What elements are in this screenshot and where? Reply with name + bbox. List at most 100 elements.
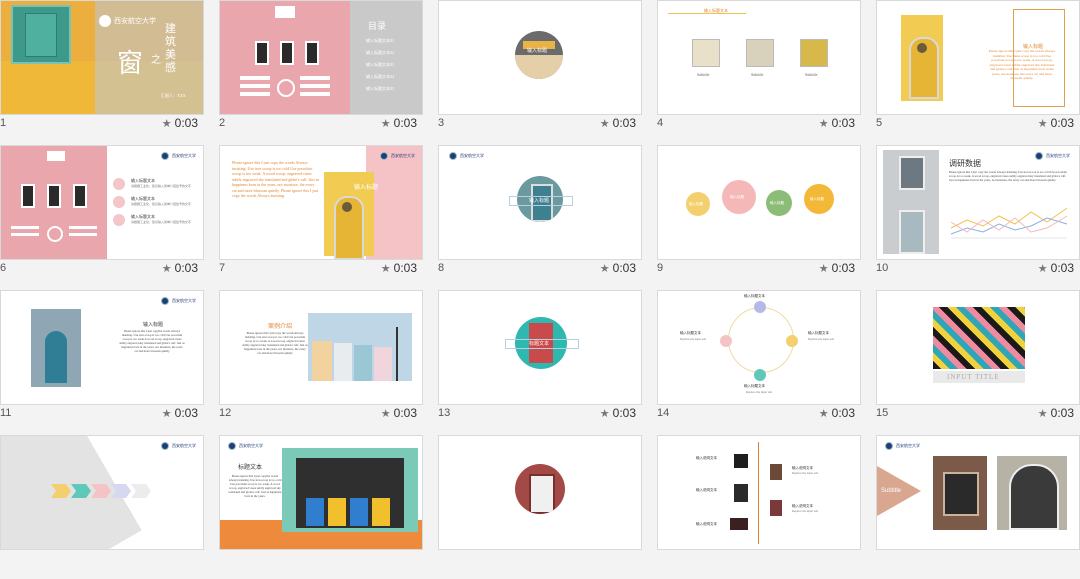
window-icon <box>280 41 294 65</box>
slide-thumbnail-15[interactable]: INPUT TITLE 15 ★ 0:03 <box>876 290 1080 434</box>
slide-timing[interactable]: ★ 0:03 <box>1038 116 1074 130</box>
slide-thumbnail-9[interactable]: 输入标题 输入标题 输入标题 输入标题 9 ★ 0:03 <box>657 145 861 289</box>
school-logo: 西安航空大学 <box>161 297 196 305</box>
slide-thumbnail-1[interactable]: 西安航空大学 窗 之 建筑美感 汇报人：XXX 1 ★ 0:03 <box>0 0 204 144</box>
star-icon: ★ <box>380 118 391 130</box>
slide-thumbnail-20[interactable]: 西安航空大学 Subtitle <box>876 435 1080 579</box>
slide-timing[interactable]: ★ 0:03 <box>819 116 855 130</box>
slide-19-canvas[interactable]: 输入说明文本 输入说明文本 Replace the input text 输入说… <box>657 435 861 550</box>
slide-label: 输入标题 <box>354 185 379 191</box>
slide-thumbnail-16[interactable]: 西安航空大学 <box>0 435 204 579</box>
slide-timing[interactable]: ★ 0:03 <box>600 261 636 275</box>
slide-timing[interactable]: ★ 0:03 <box>819 261 855 275</box>
star-icon: ★ <box>161 118 172 130</box>
star-icon: ★ <box>599 408 610 420</box>
slide-16-canvas[interactable]: 西安航空大学 <box>0 435 204 550</box>
star-icon: ★ <box>818 408 829 420</box>
slide-3-canvas[interactable]: 输入标题 <box>438 0 642 115</box>
pink-block <box>366 146 422 259</box>
slide-body: Please ignore this I just copy the words… <box>232 160 320 198</box>
slide-9-canvas[interactable]: 输入标题 输入标题 输入标题 输入标题 <box>657 145 861 260</box>
slide-14-canvas[interactable]: 输入标题文本 输入标题文本 Replace the input text 输入标… <box>657 290 861 405</box>
slide-thumbnail-10[interactable]: 西安航空大学 调研数据 Please ignore this I just co… <box>876 145 1080 289</box>
title-char: 窗 <box>117 49 144 78</box>
slide-number: 11 <box>0 407 12 419</box>
title-zhi: 之 <box>151 55 161 66</box>
slide-timing[interactable]: ★ 0:03 <box>819 406 855 420</box>
slide-label: Subtitle <box>881 488 902 494</box>
node-icon <box>720 335 732 347</box>
school-seal-icon <box>449 152 457 160</box>
toc-list: 输入标题文本01 输入标题文本02 输入标题文本03 输入标题文本04 输入标题… <box>366 38 394 91</box>
yellow-door-photo <box>901 15 943 101</box>
school-logo: 西安航空大学 <box>380 152 415 160</box>
photo-thumb <box>800 39 828 67</box>
school-logo: 西安航空大学 <box>1035 152 1070 160</box>
slide-18-canvas[interactable] <box>438 435 642 550</box>
slide-thumbnail-12[interactable]: 案例介绍 Please ignore this I just copy the … <box>219 290 423 434</box>
slide-thumbnail-6[interactable]: 西安航空大学 输入标题文本 请根据工业化，建议输入简单介绍给予的文字 输入标题文… <box>0 145 204 289</box>
slide-thumbnail-17[interactable]: 西安航空大学 标题文本 Please ignore this I just co… <box>219 435 423 579</box>
slide-thumbnail-4[interactable]: 输入标题文本 Subtitle Subtitle Subtitle 4 ★ 0:0… <box>657 0 861 144</box>
blue-door-photo <box>31 309 81 387</box>
window-photo <box>933 456 987 530</box>
slide-heading: 输入标题 <box>143 323 164 328</box>
slide-15-canvas[interactable]: INPUT TITLE <box>876 290 1080 405</box>
slide-title: INPUT TITLE <box>947 373 1000 381</box>
slide-10-canvas[interactable]: 西安航空大学 调研数据 Please ignore this I just co… <box>876 145 1080 260</box>
slide-timing[interactable]: ★ 0:03 <box>381 261 417 275</box>
slide-2-canvas[interactable]: 目录 输入标题文本01 输入标题文本02 输入标题文本03 输入标题文本04 输… <box>219 0 423 115</box>
slide-5-canvas[interactable]: 输入标题 Please ignore this I just copy the … <box>876 0 1080 115</box>
star-icon: ★ <box>380 408 391 420</box>
school-seal-icon <box>99 15 111 27</box>
slide-thumbnail-2[interactable]: 目录 输入标题文本01 输入标题文本02 输入标题文本03 输入标题文本04 输… <box>219 0 423 144</box>
slide-6-canvas[interactable]: 西安航空大学 输入标题文本 请根据工业化，建议输入简单介绍给予的文字 输入标题文… <box>0 145 204 260</box>
school-seal-icon <box>380 152 388 160</box>
star-icon: ★ <box>161 263 172 275</box>
slide-8-canvas[interactable]: 西安航空大学 输入标题 <box>438 145 642 260</box>
slide-12-canvas[interactable]: 案例介绍 Please ignore this I just copy the … <box>219 290 423 405</box>
slide-timing[interactable]: ★ 0:03 <box>162 406 198 420</box>
slide-thumbnail-7[interactable]: 西安航空大学 Please ignore this I just copy th… <box>219 145 423 289</box>
slide-thumbnail-3[interactable]: 输入标题 3 ★ 0:03 <box>438 0 642 144</box>
star-icon: ★ <box>161 408 172 420</box>
school-seal-icon <box>228 442 236 450</box>
school-seal-icon <box>1035 152 1043 160</box>
slide-label: 标题文本 <box>529 342 550 347</box>
slide-timing[interactable]: ★ 0:03 <box>600 406 636 420</box>
slide-thumbnail-13[interactable]: 标题文本 13 ★ 0:03 <box>438 290 642 434</box>
slide-thumbnail-11[interactable]: 西安航空大学 输入标题 Please ignore this I just co… <box>0 290 204 434</box>
slide-number: 5 <box>876 117 883 129</box>
slide-timing[interactable]: ★ 0:03 <box>1038 261 1074 275</box>
slide-timing[interactable]: ★ 0:03 <box>162 116 198 130</box>
window-icon <box>21 184 35 208</box>
slide-timing[interactable]: ★ 0:03 <box>381 406 417 420</box>
circle-photo <box>515 31 563 79</box>
slide-timing[interactable]: ★ 0:03 <box>600 116 636 130</box>
slide-timing[interactable]: ★ 0:03 <box>1038 406 1074 420</box>
toc-title: 目录 <box>368 21 387 31</box>
slide-thumbnail-19[interactable]: 输入说明文本 输入说明文本 Replace the input text 输入说… <box>657 435 861 579</box>
node-icon <box>786 335 798 347</box>
photo-thumb <box>770 464 782 480</box>
slide-11-canvas[interactable]: 西安航空大学 输入标题 Please ignore this I just co… <box>0 290 204 405</box>
star-icon: ★ <box>380 263 391 275</box>
slide-timing[interactable]: ★ 0:03 <box>162 261 198 275</box>
slide-thumbnail-18[interactable] <box>438 435 642 579</box>
slide-1-canvas[interactable]: 西安航空大学 窗 之 建筑美感 汇报人：XXX <box>0 0 204 115</box>
slide-20-canvas[interactable]: 西安航空大学 Subtitle <box>876 435 1080 550</box>
slide-thumbnail-5[interactable]: 输入标题 Please ignore this I just copy the … <box>876 0 1080 144</box>
school-logo: 西安航空大学 <box>885 442 920 450</box>
photo-thumb <box>692 39 720 67</box>
star-icon: ★ <box>818 263 829 275</box>
slide-thumbnail-14[interactable]: 输入标题文本 输入标题文本 Replace the input text 输入标… <box>657 290 861 434</box>
slide-number: 4 <box>657 117 664 129</box>
slide-4-canvas[interactable]: 输入标题文本 Subtitle Subtitle Subtitle <box>657 0 861 115</box>
slide-7-canvas[interactable]: 西安航空大学 Please ignore this I just copy th… <box>219 145 423 260</box>
slide-13-canvas[interactable]: 标题文本 <box>438 290 642 405</box>
slide-timing[interactable]: ★ 0:03 <box>381 116 417 130</box>
slide-17-canvas[interactable]: 西安航空大学 标题文本 Please ignore this I just co… <box>219 435 423 550</box>
slide-number: 10 <box>876 262 889 274</box>
bullet-circle <box>113 214 125 226</box>
slide-thumbnail-8[interactable]: 西安航空大学 输入标题 8 ★ 0:03 <box>438 145 642 289</box>
